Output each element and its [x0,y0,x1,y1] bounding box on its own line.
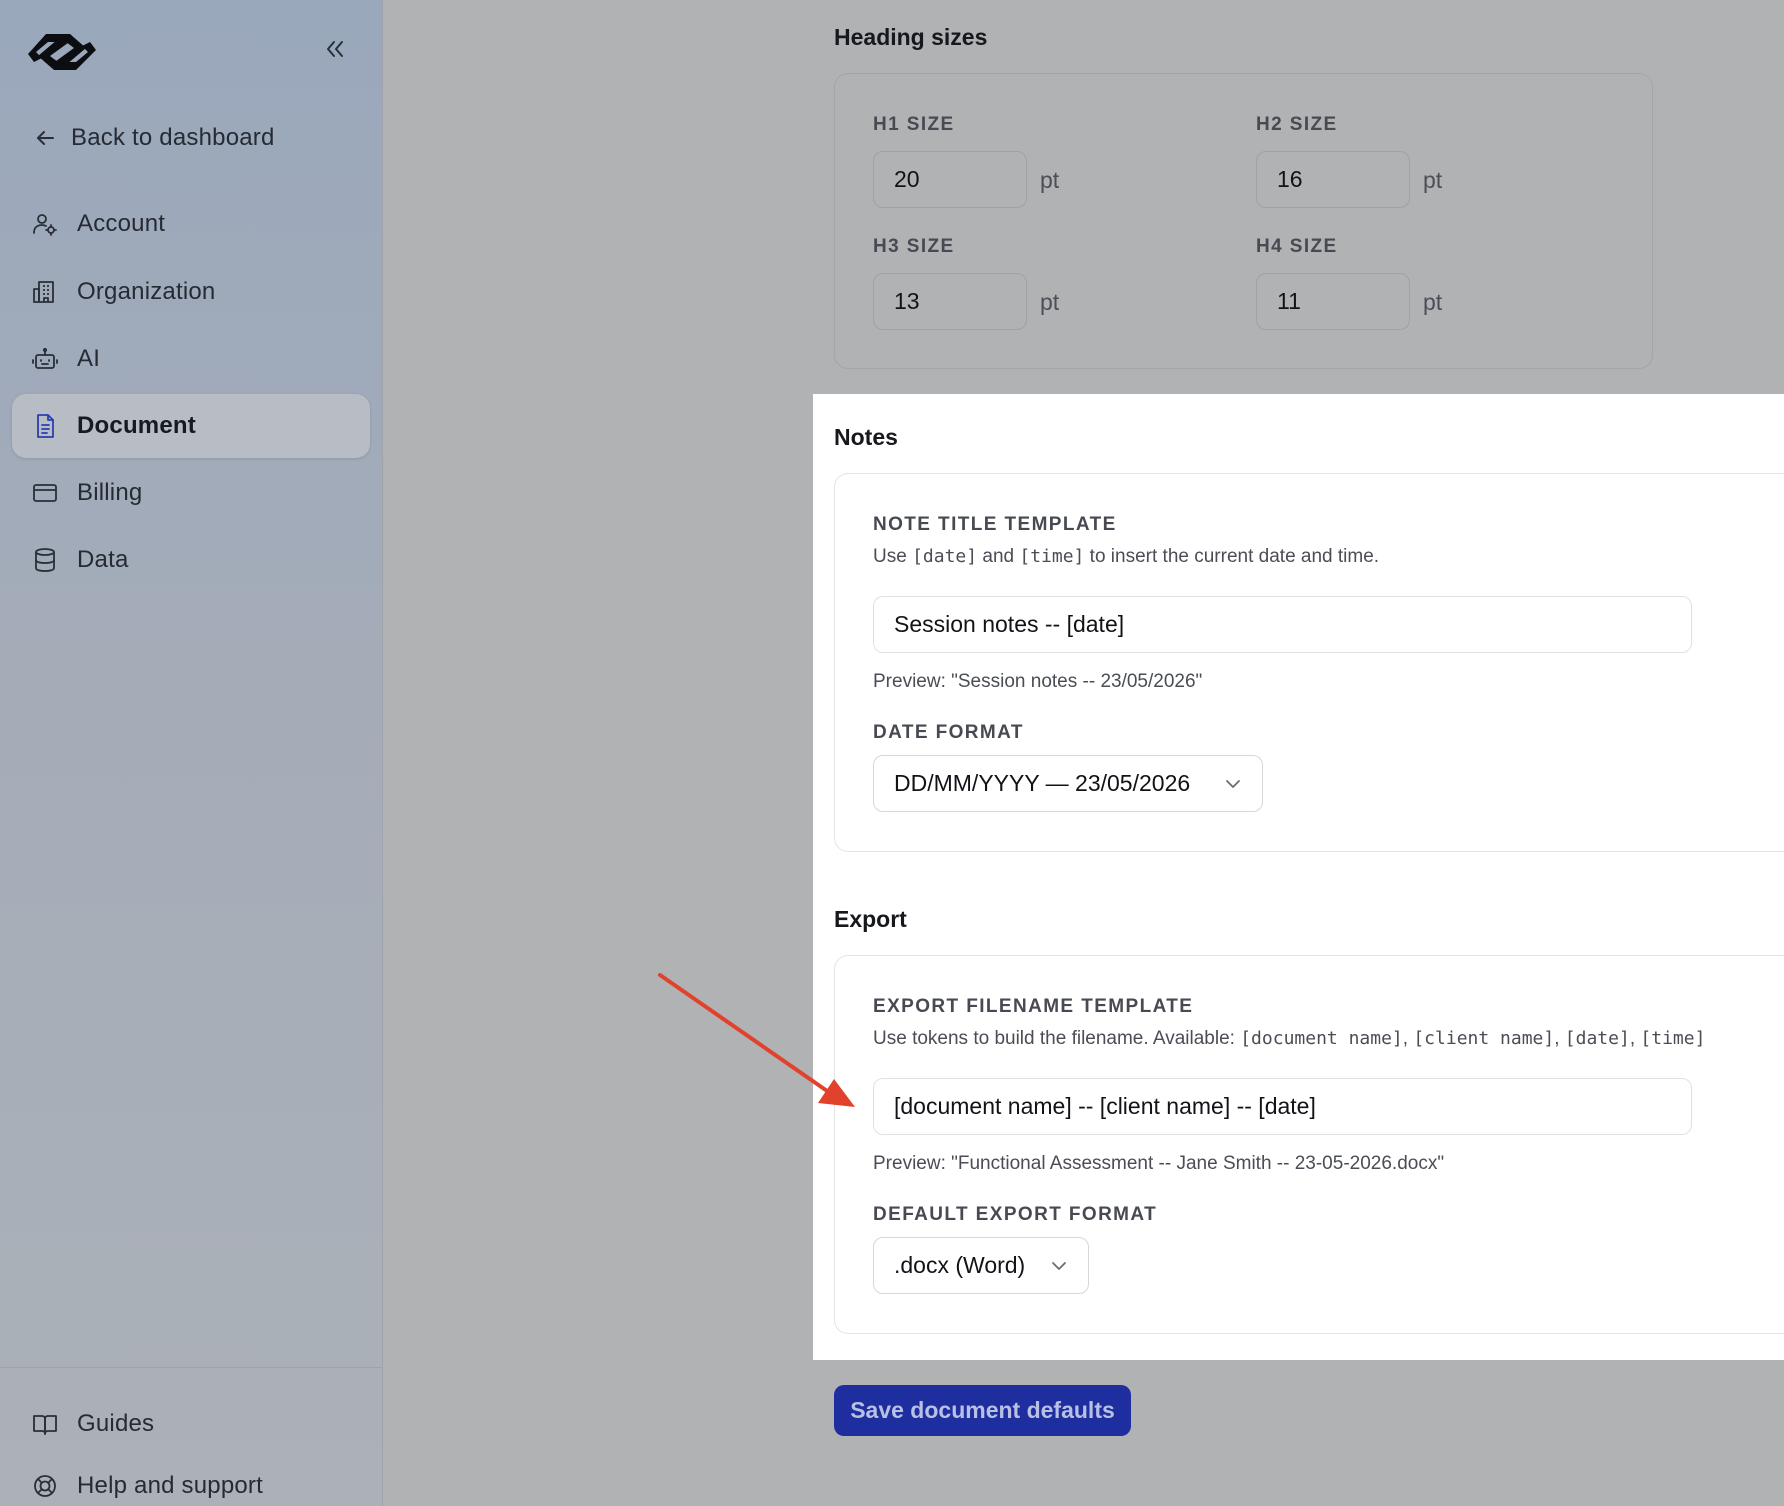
h3-size-input[interactable]: 13 [873,273,1027,330]
sidebar-item-account[interactable]: Account [12,192,370,256]
h4-size-label: H4 SIZE [1256,236,1338,257]
export-card: EXPORT FILENAME TEMPLATE Use tokens to b… [834,955,1784,1334]
export-title: Export [834,906,907,932]
sidebar-item-ai[interactable]: AI [12,327,370,391]
h1-size-label: H1 SIZE [873,114,955,135]
sidebar-item-label: AI [77,345,101,372]
date-token: [date] [1564,1028,1630,1049]
back-label: Back to dashboard [71,124,275,151]
export-filename-preview: Preview: "Functional Assessment -- Jane … [873,1153,1445,1174]
h3-unit: pt [1040,289,1060,315]
sidebar-item-label: Document [77,412,196,439]
back-to-dashboard-link[interactable]: Back to dashboard [12,106,370,170]
h4-size-input[interactable]: 11 [1256,273,1410,330]
h3-size-label: H3 SIZE [873,236,955,257]
document-name-token: [document name] [1240,1028,1403,1049]
export-format-value: .docx (Word) [894,1252,1026,1278]
heading-sizes-card: H1 SIZE 20 pt H2 SIZE 16 pt H3 SIZE 13 p… [834,73,1653,369]
sidebar-item-label: Account [77,210,166,237]
sidebar-item-organization[interactable]: Organization [12,260,370,324]
time-token: [time] [1640,1028,1706,1049]
chevron-down-icon [1226,779,1240,788]
h1-unit: pt [1040,167,1060,193]
h4-unit: pt [1423,289,1443,315]
date-format-select[interactable]: DD/MM/YYYY — 23/05/2026 [873,755,1263,812]
database-icon [32,547,58,573]
user-gear-icon [32,211,58,237]
sidebar-item-label: Organization [77,278,216,305]
sidebar-item-label: Billing [77,479,143,506]
notes-card: NOTE TITLE TEMPLATE Use [date] and [time… [834,473,1784,852]
date-format-value: DD/MM/YYYY — 23/05/2026 [894,770,1191,796]
note-title-template-input[interactable]: Session notes -- [date] [873,596,1692,653]
sidebar-item-label: Data [77,546,129,573]
h2-unit: pt [1423,167,1443,193]
date-token: [date] [912,546,978,567]
collapse-sidebar-icon[interactable] [322,36,348,62]
highlighted-panel: Notes NOTE TITLE TEMPLATE Use [date] and… [813,394,1784,1360]
h2-size-label: H2 SIZE [1256,114,1338,135]
note-title-template-label: NOTE TITLE TEMPLATE [873,514,1117,535]
sidebar-item-label: Guides [77,1410,155,1437]
sidebar-item-data[interactable]: Data [12,528,370,592]
client-name-token: [client name] [1413,1028,1555,1049]
sidebar: Back to dashboard Account Organization A… [0,0,383,1506]
sidebar-item-billing[interactable]: Billing [12,461,370,525]
heading-sizes-title: Heading sizes [834,24,988,50]
robot-icon [32,346,58,372]
default-export-format-select[interactable]: .docx (Word) [873,1237,1089,1294]
lifebuoy-icon [32,1473,58,1499]
sidebar-item-guides[interactable]: Guides [12,1392,370,1456]
document-icon [32,413,58,439]
notes-title: Notes [834,424,898,450]
sidebar-divider [0,1367,383,1368]
default-export-format-label: DEFAULT EXPORT FORMAT [873,1204,1158,1225]
arrow-left-icon [32,125,58,151]
app-logo[interactable] [26,26,98,78]
building-icon [32,279,58,305]
date-format-label: DATE FORMAT [873,722,1024,743]
export-filename-template-input[interactable]: [document name] -- [client name] -- [dat… [873,1078,1692,1135]
time-token: [time] [1019,546,1085,567]
book-icon [32,1411,58,1437]
export-filename-help: Use tokens to build the filename. Availa… [873,1028,1706,1049]
h2-size-input[interactable]: 16 [1256,151,1410,208]
sidebar-item-document[interactable]: Document [12,394,370,458]
h1-size-input[interactable]: 20 [873,151,1027,208]
sidebar-item-label: Help and support [77,1472,263,1499]
save-document-defaults-button[interactable]: Save document defaults [834,1385,1131,1436]
credit-card-icon [32,480,58,506]
export-filename-template-label: EXPORT FILENAME TEMPLATE [873,996,1194,1017]
sidebar-item-help[interactable]: Help and support [12,1454,370,1506]
note-title-help: Use [date] and [time] to insert the curr… [873,546,1380,567]
chevron-down-icon [1052,1261,1066,1270]
note-title-preview: Preview: "Session notes -- 23/05/2026" [873,671,1203,692]
